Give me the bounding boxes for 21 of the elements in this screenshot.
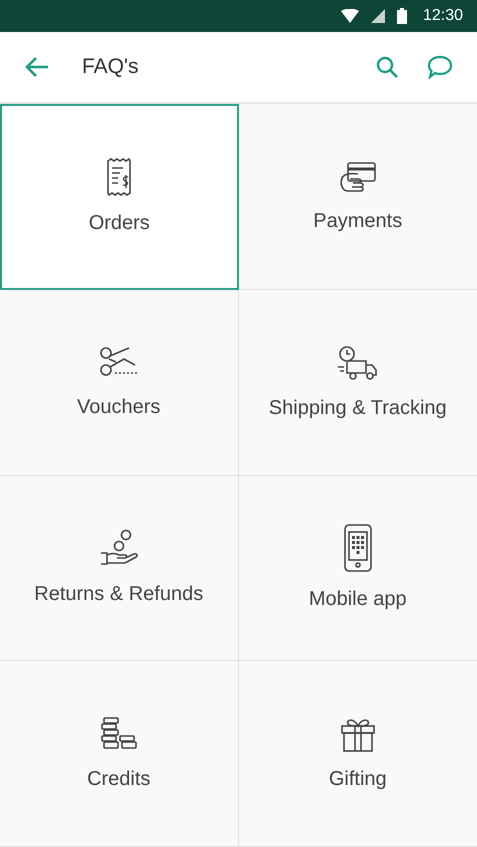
page-title: FAQ's [82,55,140,79]
category-tile[interactable]: Vouchers [0,290,238,476]
category-tile[interactable]: Gifting [238,661,477,847]
category-tile[interactable]: Shipping & Tracking [238,290,477,476]
category-tile[interactable]: Credits [0,661,238,847]
category-tile[interactable]: Mobile app [238,476,477,662]
clock-time: 12:30 [422,7,463,25]
truck-with-clock-icon [336,344,379,381]
wifi-icon [340,9,359,23]
category-tile[interactable]: Payments [238,104,477,290]
search-icon[interactable] [375,55,399,79]
hand-with-coins-icon [98,529,139,568]
receipt-icon [106,158,132,196]
back-arrow-icon[interactable] [24,56,50,78]
category-tile[interactable]: Orders [0,104,238,290]
card-in-hand-icon [338,160,378,194]
tablet-icon [344,524,372,572]
signal-icon [370,9,385,23]
category-tile[interactable]: Returns & Refunds [0,476,238,662]
chat-icon[interactable] [427,55,453,79]
battery-icon [396,8,407,24]
